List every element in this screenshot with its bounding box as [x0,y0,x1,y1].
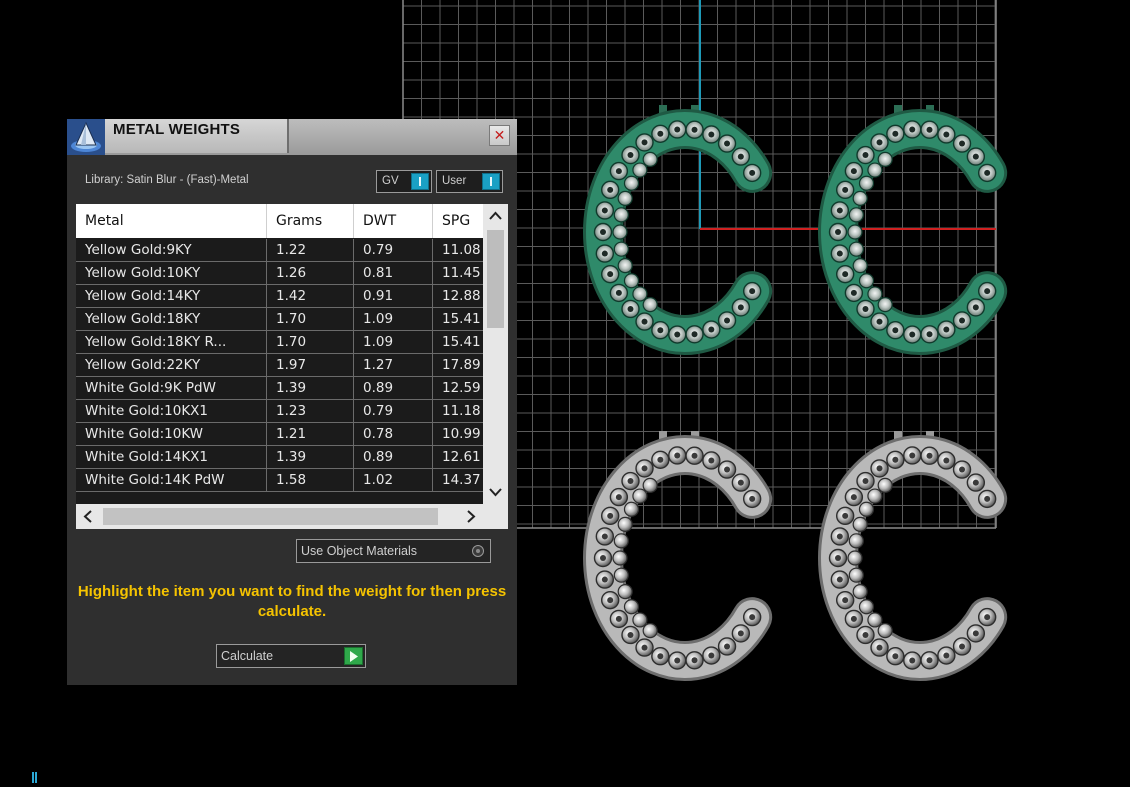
column-header-metal[interactable]: Metal [76,204,267,238]
close-icon: ✕ [493,127,506,144]
cell-spg: 14.37 [442,472,481,488]
user-toggle[interactable]: User [436,170,503,193]
cell-dwt: 1.09 [354,331,433,354]
cell-dwt: 1.27 [354,354,433,377]
cell-metal: White Gold:10KX1 [76,400,267,423]
cell-grams: 1.97 [267,354,354,377]
cell-spg: 12.59 [442,380,481,396]
cell-spg: 11.45 [442,265,481,281]
cell-metal: White Gold:9K PdW [76,377,267,400]
vertical-scrollbar[interactable] [483,204,508,504]
cell-dwt: 0.78 [354,423,433,446]
cell-grams: 1.39 [267,446,354,469]
table-row[interactable]: White Gold:14K PdW 1.58 1.02 14.37 [76,469,483,492]
toggle-switch-icon [411,173,429,190]
radio-icon [472,545,484,557]
panel-titlebar[interactable]: METAL WEIGHTS ✕ [67,119,517,155]
cell-dwt: 0.79 [354,400,433,423]
column-header-dwt[interactable]: DWT [354,204,433,238]
toggle-switch-icon [482,173,500,190]
horizontal-scroll-thumb[interactable] [103,508,438,525]
use-object-materials-label: Use Object Materials [301,544,418,558]
cell-spg: 11.18 [442,403,481,419]
table-row[interactable]: Yellow Gold:22KY 1.97 1.27 17.89 [76,354,483,377]
cell-grams: 1.58 [267,469,354,492]
user-toggle-label: User [442,175,467,187]
app-logo-icon [67,119,105,155]
cell-grams: 1.70 [267,308,354,331]
library-label: Library: Satin Blur - (Fast)-Metal [85,174,249,186]
table-row[interactable]: Yellow Gold:18KY R... 1.70 1.09 15.41 [76,331,483,354]
cell-spg: 15.41 [442,311,481,327]
table-row[interactable]: Yellow Gold:9KY 1.22 0.79 11.08 [76,239,483,262]
cell-grams: 1.23 [267,400,354,423]
cell-grams: 1.22 [267,239,354,262]
cell-grams: 1.70 [267,331,354,354]
cell-grams: 1.26 [267,262,354,285]
table-row[interactable]: Yellow Gold:18KY 1.70 1.09 15.41 [76,308,483,331]
column-header-grams[interactable]: Grams [267,204,354,238]
cell-metal: White Gold:14KX1 [76,446,267,469]
table-row[interactable]: Yellow Gold:10KY 1.26 0.81 11.45 [76,262,483,285]
vertical-scroll-thumb[interactable] [487,230,504,328]
close-button[interactable]: ✕ [489,125,510,146]
cell-metal: Yellow Gold:14KY [76,285,267,308]
chevron-down-icon[interactable] [483,480,508,504]
table-row[interactable]: Yellow Gold:14KY 1.42 0.91 12.88 [76,285,483,308]
column-header-spg[interactable]: SPG [433,204,483,238]
use-object-materials-toggle[interactable]: Use Object Materials [296,539,491,563]
gv-toggle-label: GV [382,175,399,187]
cell-dwt: 0.79 [354,239,433,262]
cell-dwt: 1.09 [354,308,433,331]
cell-metal: Yellow Gold:18KY [76,308,267,331]
cell-metal: Yellow Gold:9KY [76,239,267,262]
table-row[interactable]: White Gold:10KW 1.21 0.78 10.99 [76,423,483,446]
metal-table: Metal Grams DWT SPG Yellow Gold:9KY 1.22 0… [76,204,508,529]
cell-grams: 1.42 [267,285,354,308]
cell-dwt: 0.89 [354,446,433,469]
model-c-top-right [818,105,1008,355]
table-header: Metal Grams DWT SPG [76,204,483,238]
cell-spg: 17.89 [442,357,481,373]
chevron-right-icon[interactable] [458,504,483,529]
horizontal-scrollbar[interactable] [76,504,508,529]
model-c-bottom-right [818,431,1008,681]
model-c-bottom-left [583,431,773,681]
cell-dwt: 0.89 [354,377,433,400]
cell-grams: 1.21 [267,423,354,446]
viewport-models [583,105,1008,681]
panel-title: METAL WEIGHTS [113,121,241,138]
instruction-text: Highlight the item you want to find the … [77,583,507,620]
cell-spg: 12.88 [442,288,481,304]
metal-weights-panel: METAL WEIGHTS ✕ Library: Satin Blur - (F… [67,119,517,685]
calculate-button[interactable]: Calculate [216,644,366,668]
table-row[interactable]: White Gold:10KX1 1.23 0.79 11.18 [76,400,483,423]
cell-metal: White Gold:14K PdW [76,469,267,492]
cell-spg: 10.99 [442,426,481,442]
cell-dwt: 0.81 [354,262,433,285]
cell-spg: 12.61 [442,449,481,465]
cell-metal: White Gold:10KW [76,423,267,446]
calculate-button-label: Calculate [221,649,274,663]
cell-spg: 15.41 [442,334,481,350]
cell-dwt: 0.91 [354,285,433,308]
chevron-up-icon[interactable] [483,204,508,228]
gv-toggle[interactable]: GV [376,170,432,193]
cell-grams: 1.39 [267,377,354,400]
cell-metal: Yellow Gold:22KY [76,354,267,377]
play-arrow-icon [344,647,363,665]
table-body: Yellow Gold:9KY 1.22 0.79 11.08 Yellow Gold… [76,239,483,492]
cell-spg: 11.08 [442,242,481,258]
table-row[interactable]: White Gold:14KX1 1.39 0.89 12.61 [76,446,483,469]
cell-metal: Yellow Gold:10KY [76,262,267,285]
cell-metal: Yellow Gold:18KY R... [76,331,267,354]
cell-dwt: 1.02 [354,469,433,492]
table-row[interactable]: White Gold:9K PdW 1.39 0.89 12.59 [76,377,483,400]
chevron-left-icon[interactable] [76,504,101,529]
viewport-corner-mark [32,772,37,783]
